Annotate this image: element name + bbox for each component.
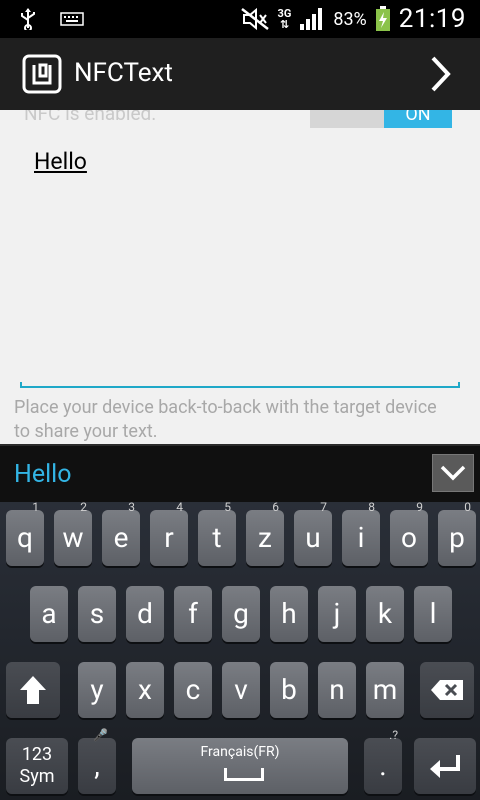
signal-icon bbox=[300, 8, 323, 30]
app-title: NFCText bbox=[74, 58, 173, 88]
key-q[interactable]: q1 bbox=[6, 500, 44, 566]
enter-arrow-icon bbox=[430, 755, 460, 778]
backspace-icon bbox=[431, 680, 463, 700]
key-t[interactable]: t5 bbox=[198, 500, 236, 566]
key-r[interactable]: r4 bbox=[150, 500, 188, 566]
key-b[interactable]: b bbox=[270, 662, 308, 718]
key-d[interactable]: d bbox=[126, 586, 164, 642]
key-e[interactable]: e3 bbox=[102, 500, 140, 566]
key-p[interactable]: p0 bbox=[438, 500, 476, 566]
nfc-status-text: NFC is enabled. bbox=[24, 110, 157, 125]
network-type-indicator: 3G ⇅ bbox=[277, 7, 292, 31]
collapse-keyboard-button[interactable] bbox=[432, 454, 474, 492]
keyboard-icon bbox=[60, 12, 84, 26]
key-n[interactable]: n bbox=[318, 662, 356, 718]
key-s[interactable]: s bbox=[78, 586, 116, 642]
key-y[interactable]: y bbox=[78, 662, 116, 718]
message-input-underline[interactable] bbox=[20, 382, 460, 388]
key-w[interactable]: w2 bbox=[54, 500, 92, 566]
key-a[interactable]: a bbox=[30, 586, 68, 642]
battery-charging-icon bbox=[375, 6, 390, 31]
suggestion-word[interactable]: Hello bbox=[14, 460, 72, 489]
help-text: Place your device back-to-back with the … bbox=[14, 397, 437, 442]
key-h[interactable]: h bbox=[270, 586, 308, 642]
key-i[interactable]: i8 bbox=[342, 500, 380, 566]
key-c[interactable]: c bbox=[174, 662, 212, 718]
mute-icon bbox=[240, 7, 269, 31]
key-m[interactable]: m bbox=[366, 662, 404, 718]
nfc-toggle-switch[interactable]: ON bbox=[310, 110, 452, 128]
soft-keyboard: q1 w2 e3 r4 t5 z6 u7 i8 o9 p0 a s d f g … bbox=[0, 500, 480, 800]
usb-icon bbox=[21, 8, 35, 30]
status-bar: 3G ⇅ 83% 21:19 bbox=[0, 0, 480, 38]
app-logo-icon bbox=[22, 54, 62, 94]
chevron-right-icon[interactable] bbox=[430, 54, 452, 94]
key-v[interactable]: v bbox=[222, 662, 260, 718]
key-g[interactable]: g bbox=[222, 586, 260, 642]
key-f[interactable]: f bbox=[174, 586, 212, 642]
battery-percent: 83% bbox=[333, 8, 367, 30]
backspace-key[interactable] bbox=[420, 662, 474, 718]
clock: 21:19 bbox=[398, 4, 466, 34]
shift-arrow-icon bbox=[20, 676, 46, 704]
space-glyph-icon bbox=[224, 768, 264, 781]
enter-key[interactable] bbox=[414, 738, 476, 794]
symbols-key[interactable]: 123 Sym bbox=[6, 738, 68, 794]
key-k[interactable]: k bbox=[366, 586, 404, 642]
main-content: NFC is enabled. ON Hello Place your devi… bbox=[0, 110, 480, 444]
comma-key[interactable]: 🎤 , bbox=[78, 728, 116, 794]
keyboard-language-label: Français(FR) bbox=[200, 744, 280, 760]
period-key[interactable]: .? . bbox=[364, 728, 402, 794]
shift-key[interactable] bbox=[6, 662, 60, 718]
nfc-toggle-on-label: ON bbox=[384, 110, 452, 128]
key-z[interactable]: z6 bbox=[246, 500, 284, 566]
key-u[interactable]: u7 bbox=[294, 500, 332, 566]
mic-hint-icon: 🎤 bbox=[93, 728, 108, 742]
action-bar: NFCText bbox=[0, 38, 480, 111]
key-l[interactable]: l bbox=[414, 586, 452, 642]
space-key[interactable]: Français(FR) bbox=[132, 738, 348, 794]
message-text-input-value[interactable]: Hello bbox=[34, 148, 87, 175]
key-o[interactable]: o9 bbox=[390, 500, 428, 566]
key-j[interactable]: j bbox=[318, 586, 356, 642]
suggestion-bar: Hello bbox=[0, 444, 480, 502]
key-x[interactable]: x bbox=[126, 662, 164, 718]
chevron-down-icon bbox=[440, 465, 466, 481]
